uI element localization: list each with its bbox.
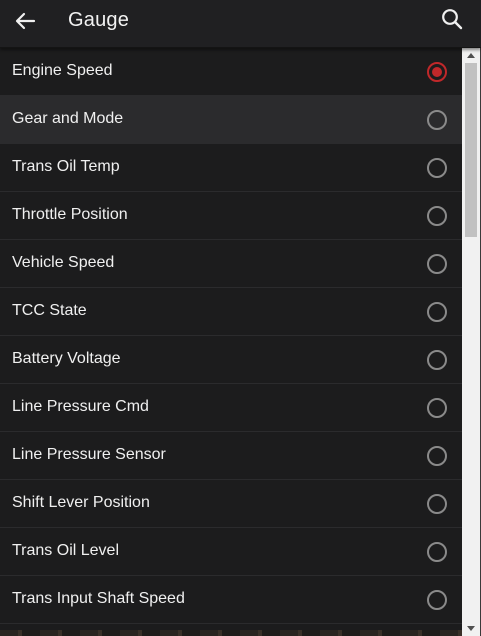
scroll-down-arrow-icon[interactable] bbox=[462, 622, 480, 636]
list-item-label: Gear and Mode bbox=[12, 110, 124, 127]
radio-button[interactable] bbox=[427, 590, 447, 610]
list-item-label: Engine Speed bbox=[12, 62, 113, 79]
list-item-line-pressure-cmd[interactable]: Line Pressure Cmd bbox=[0, 384, 462, 432]
scroll-up-arrow-icon[interactable] bbox=[462, 48, 480, 62]
radio-button[interactable] bbox=[427, 302, 447, 322]
background-strip bbox=[0, 630, 462, 636]
page-title: Gauge bbox=[68, 9, 130, 31]
app-bar: Gauge bbox=[0, 0, 481, 48]
radio-button[interactable] bbox=[427, 542, 447, 562]
list-item-vehicle-speed[interactable]: Vehicle Speed bbox=[0, 240, 462, 288]
list-item-gear-and-mode[interactable]: Gear and Mode bbox=[0, 96, 462, 144]
list-item-label: Trans Input Shaft Speed bbox=[12, 590, 185, 607]
list-item-label: Trans Oil Temp bbox=[12, 158, 120, 175]
list-item-label: TCC State bbox=[12, 302, 87, 319]
list-item-label: Throttle Position bbox=[12, 206, 128, 223]
list-item-trans-input-shaft-speed[interactable]: Trans Input Shaft Speed bbox=[0, 576, 462, 624]
gauge-option-list: Engine Speed Gear and Mode Trans Oil Tem… bbox=[0, 48, 462, 636]
list-item-line-pressure-sensor[interactable]: Line Pressure Sensor bbox=[0, 432, 462, 480]
list-item-shift-lever-position[interactable]: Shift Lever Position bbox=[0, 480, 462, 528]
radio-button[interactable] bbox=[427, 350, 447, 370]
scrollbar-thumb[interactable] bbox=[465, 63, 477, 237]
radio-button[interactable] bbox=[427, 110, 447, 130]
gauge-picker-screen: Gauge Engine Speed Gear and Mode Trans O… bbox=[0, 0, 481, 636]
list-item-label: Battery Voltage bbox=[12, 350, 121, 367]
list-item-label: Line Pressure Cmd bbox=[12, 398, 149, 415]
vertical-scrollbar[interactable] bbox=[462, 48, 480, 636]
list-item-label: Shift Lever Position bbox=[12, 494, 150, 511]
radio-button[interactable] bbox=[427, 446, 447, 466]
list-item-trans-oil-temp[interactable]: Trans Oil Temp bbox=[0, 144, 462, 192]
back-button[interactable] bbox=[8, 6, 42, 40]
list-item-label: Trans Oil Level bbox=[12, 542, 119, 559]
list-item-battery-voltage[interactable]: Battery Voltage bbox=[0, 336, 462, 384]
list-item-label: Vehicle Speed bbox=[12, 254, 115, 271]
radio-button[interactable] bbox=[427, 206, 447, 226]
radio-button[interactable] bbox=[427, 494, 447, 514]
radio-button-selected[interactable] bbox=[427, 62, 447, 82]
search-button[interactable] bbox=[436, 5, 468, 37]
list-item-engine-speed[interactable]: Engine Speed bbox=[0, 48, 462, 96]
arrow-left-icon bbox=[14, 10, 36, 37]
list-item-tcc-state[interactable]: TCC State bbox=[0, 288, 462, 336]
list-item-label: Line Pressure Sensor bbox=[12, 446, 166, 463]
radio-button[interactable] bbox=[427, 158, 447, 178]
radio-button[interactable] bbox=[427, 398, 447, 418]
list-item-throttle-position[interactable]: Throttle Position bbox=[0, 192, 462, 240]
list-item-trans-oil-level[interactable]: Trans Oil Level bbox=[0, 528, 462, 576]
radio-button[interactable] bbox=[427, 254, 447, 274]
search-icon bbox=[441, 8, 463, 35]
